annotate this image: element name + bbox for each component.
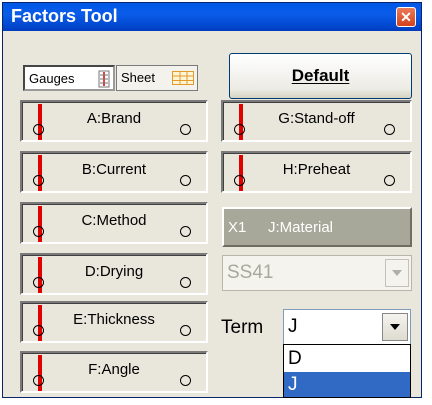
factor-gauge-d[interactable]: D:Drying (20, 253, 208, 295)
factor-material-j: X1 J:Material (222, 207, 412, 247)
term-label: Term (221, 317, 264, 338)
term-select-value: J (288, 316, 298, 337)
title-bar: Factors Tool ✕ (3, 3, 421, 31)
term-dropdown-list: D J (283, 344, 411, 398)
factor-label: B:Current (81, 161, 147, 178)
material-select: SS41 (222, 255, 412, 291)
factor-gauge-e[interactable]: E:Thickness (20, 301, 208, 343)
factor-gauge-g[interactable]: G:Stand-off (221, 100, 412, 142)
factor-gauge-a[interactable]: A:Brand (20, 100, 208, 142)
factor-gauge-f[interactable]: F:Angle (20, 351, 208, 393)
sheet-label: Sheet (121, 70, 155, 85)
factor-gauge-h[interactable]: H:Preheat (221, 151, 412, 193)
gauges-icon (98, 70, 110, 88)
term-select[interactable]: J (283, 309, 411, 345)
factors-tool-window: Factors Tool ✕ Gauges Sheet Default A:Br… (2, 2, 422, 398)
material-tag: X1 (228, 219, 247, 236)
material-select-value: SS41 (227, 262, 274, 283)
gauges-view-button[interactable]: Gauges (23, 65, 115, 91)
factor-label: F:Angle (88, 361, 140, 378)
factor-label: A:Brand (86, 110, 142, 127)
term-option-d[interactable]: D (284, 346, 410, 371)
chevron-down-icon (392, 270, 402, 276)
chevron-down-icon (390, 324, 400, 330)
gauges-label: Gauges (29, 71, 75, 86)
factor-gauge-c[interactable]: C:Method (20, 202, 208, 244)
term-select-arrow[interactable] (382, 313, 408, 341)
window-title: Factors Tool (11, 6, 118, 26)
sheet-view-button[interactable]: Sheet (116, 65, 198, 91)
close-button[interactable]: ✕ (396, 7, 416, 27)
factor-label: E:Thickness (73, 311, 155, 328)
sheet-icon (172, 71, 194, 85)
default-button[interactable]: Default (229, 53, 412, 99)
material-select-arrow (385, 259, 409, 287)
term-option-j[interactable]: J (284, 372, 410, 397)
factor-label: D:Drying (84, 263, 144, 280)
factor-label: C:Method (81, 212, 147, 229)
factor-label: G:Stand-off (278, 110, 355, 127)
default-button-label: Default (291, 66, 350, 85)
factor-label: H:Preheat (282, 161, 351, 178)
material-label: J:Material (268, 219, 334, 236)
factor-gauge-b[interactable]: B:Current (20, 151, 208, 193)
close-icon: ✕ (400, 9, 412, 25)
